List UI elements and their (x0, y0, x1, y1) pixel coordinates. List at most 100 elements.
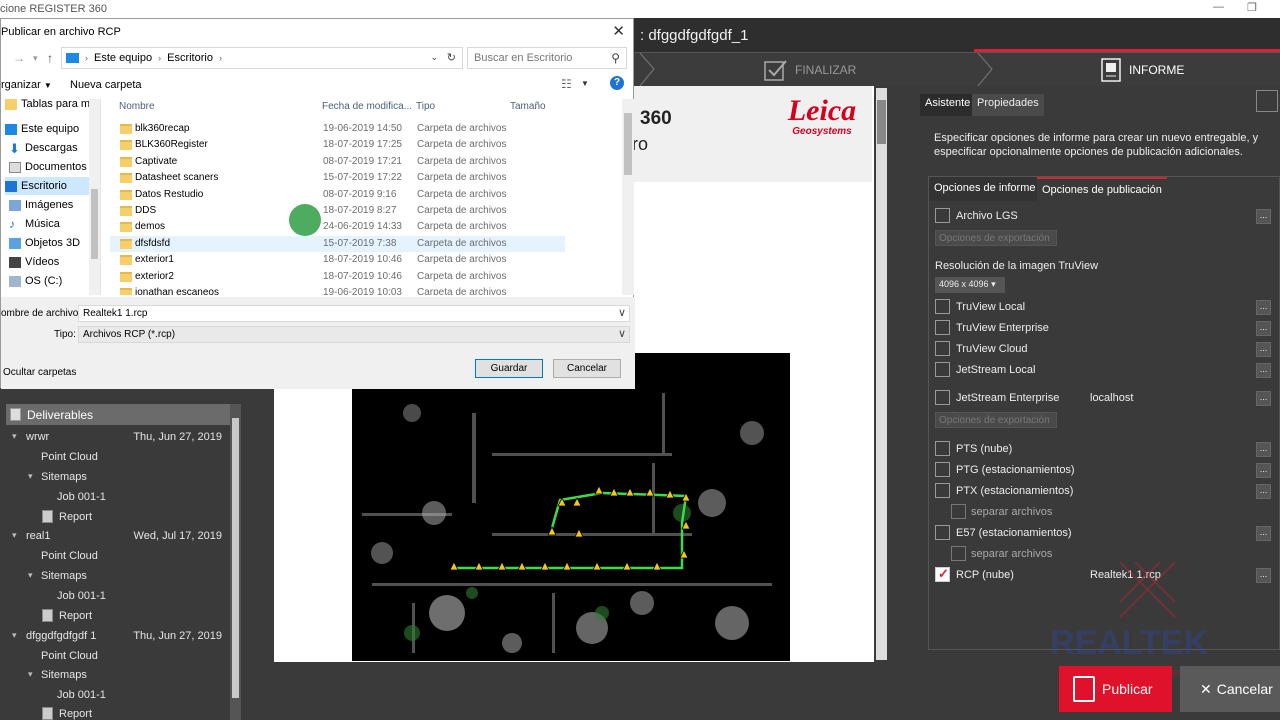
scrollbar-thumb[interactable] (877, 100, 886, 144)
cancel-button[interactable]: Cancelar (553, 359, 621, 378)
tab-opciones-informe[interactable]: Opciones de informe (929, 177, 1041, 201)
filename-input[interactable]: Realtek1 1.rcp ∨ (78, 305, 630, 322)
checkbox[interactable] (935, 462, 950, 477)
expand-arrow-icon[interactable]: ▾ (12, 530, 17, 541)
chevron-down-icon[interactable]: ∨ (618, 306, 626, 319)
refresh-icon[interactable]: ↻ (447, 51, 456, 64)
checkbox[interactable] (935, 208, 950, 223)
checkbox[interactable] (935, 341, 950, 356)
export-options-button[interactable]: Opciones de exportación (935, 412, 1057, 428)
forward-arrow-icon[interactable]: → (13, 51, 25, 65)
file-row[interactable]: blk360recap 19-06-2019 14:50 Carpeta de ar… (110, 121, 565, 137)
tab-propiedades[interactable]: Propiedades (972, 94, 1044, 116)
tree-row[interactable]: Job 001-1 (0, 488, 230, 508)
checkbox[interactable] (935, 483, 950, 498)
nav-item-tablas[interactable]: Tablas para magi (5, 99, 100, 113)
tree-row[interactable]: ▾ wrwr Thu, Jun 27, 2019 (0, 428, 230, 448)
more-options-button[interactable]: ... (1256, 391, 1271, 406)
more-options-button[interactable]: ... (1256, 321, 1271, 336)
tree-row[interactable]: ▾ dfggdfgdfgdf 1 Thu, Jun 27, 2019 (0, 627, 230, 647)
expand-arrow-icon[interactable]: ▾ (12, 630, 17, 641)
resolution-select[interactable]: 4096 x 4096 ▾ (935, 277, 1005, 293)
nav-item-descargas[interactable]: ⬇ Descargas (9, 139, 93, 157)
file-list-scrollbar[interactable] (622, 99, 634, 295)
chevron-down-icon[interactable]: ⌄ (430, 52, 438, 63)
checkbox[interactable] (935, 299, 950, 314)
tree-row[interactable]: Job 001-1 (0, 587, 230, 607)
step-finalizar[interactable]: FINALIZAR (764, 53, 856, 86)
more-options-button[interactable]: ... (1256, 484, 1271, 499)
breadcrumb-folder[interactable]: Escritorio (167, 52, 213, 64)
preview-scrollbar[interactable] (876, 88, 887, 660)
file-row[interactable]: exterior1 18-07-2019 10:46 Carpeta de arch… (110, 252, 565, 268)
file-row-selected[interactable]: dfsfdsfd 15-07-2019 7:38 Carpeta de archiv… (110, 236, 565, 252)
nav-item-escritorio[interactable]: Escritorio (5, 177, 89, 195)
panel-toggle-icon[interactable] (1256, 90, 1278, 112)
scrollbar-thumb[interactable] (624, 113, 632, 175)
column-date[interactable]: Fecha de modifica... (322, 101, 412, 112)
address-bar[interactable]: › Este equipo › Escritorio › ⌄ ↻ (61, 47, 463, 69)
more-options-button[interactable]: ... (1256, 342, 1271, 357)
export-options-button[interactable]: Opciones de exportación (935, 230, 1057, 246)
restore-icon[interactable]: ❐ (1247, 1, 1257, 14)
tree-row[interactable]: Point Cloud (0, 547, 230, 567)
column-type[interactable]: Tipo (416, 101, 435, 112)
checkbox[interactable] (935, 441, 950, 456)
help-icon[interactable]: ? (610, 76, 624, 90)
column-size[interactable]: Tamaño (510, 101, 546, 112)
option-jetstream-enterprise[interactable]: JetStream Enterprise localhost (935, 390, 1255, 408)
tree-row[interactable]: Report (0, 508, 230, 528)
checkbox-checked[interactable] (935, 566, 950, 582)
file-row[interactable]: DDS 18-07-2019 8:27 Carpeta de archivos (110, 203, 565, 219)
expand-arrow-icon[interactable]: ▾ (28, 471, 33, 482)
publicar-button[interactable]: Publicar (1059, 666, 1172, 712)
file-row[interactable]: demos 24-06-2019 14:33 Carpeta de archivos (110, 219, 565, 235)
expand-arrow-icon[interactable]: ▾ (28, 570, 33, 581)
nav-item-objetos-3d[interactable]: Objetos 3D (9, 234, 93, 252)
view-options-icon[interactable]: ☷ (561, 77, 572, 91)
tree-row[interactable]: Point Cloud (0, 448, 230, 468)
checkbox[interactable] (935, 390, 950, 405)
tree-row[interactable]: ▾ Sitemaps (0, 567, 230, 587)
tree-row[interactable]: Report (0, 705, 230, 720)
search-input[interactable]: Buscar en Escritorio ⚲ (467, 47, 627, 69)
column-name[interactable]: Nombre (119, 101, 155, 112)
nav-item-os-c[interactable]: OS (C:) (9, 272, 93, 290)
step-informe[interactable]: INFORME (1100, 53, 1184, 86)
expand-arrow-icon[interactable]: ▾ (28, 669, 33, 680)
tree-row[interactable]: ▾ Sitemaps (0, 666, 230, 686)
minimize-icon[interactable]: — (1213, 1, 1224, 13)
tree-row[interactable]: Point Cloud (0, 647, 230, 667)
checkbox[interactable] (951, 504, 966, 519)
chevron-down-icon[interactable]: ▾ (33, 53, 38, 64)
chevron-down-icon[interactable]: ▼ (581, 79, 589, 88)
scrollbar-thumb[interactable] (232, 418, 239, 698)
tree-row[interactable]: ▾ real1 Wed, Jul 17, 2019 (0, 527, 230, 547)
checkbox[interactable] (935, 525, 950, 540)
scrollbar-thumb[interactable] (91, 189, 98, 259)
organize-button[interactable]: rganizar ▼ (1, 79, 52, 91)
tab-asistente[interactable]: Asistente (920, 94, 976, 116)
more-options-button[interactable]: ... (1256, 463, 1271, 478)
chevron-down-icon[interactable]: ∨ (618, 327, 626, 340)
up-arrow-icon[interactable]: ↑ (47, 51, 53, 65)
nav-item-documentos[interactable]: Documentos (9, 158, 93, 176)
breadcrumb-pc[interactable]: Este equipo (94, 52, 152, 64)
tree-row[interactable]: Job 001-1 (0, 686, 230, 706)
tree-row[interactable]: ▾ Sitemaps (0, 468, 230, 488)
file-row[interactable]: BLK360Register 18-07-2019 17:25 Carpeta de… (110, 137, 565, 153)
nav-item-musica[interactable]: ♪ Música (9, 215, 93, 233)
tree-row[interactable]: Report (0, 607, 230, 627)
nav-scrollbar[interactable] (89, 99, 100, 295)
more-options-button[interactable]: ... (1256, 442, 1271, 457)
file-row[interactable]: Datasheet scaners 15-07-2019 17:22 Carpeta… (110, 170, 565, 186)
save-button[interactable]: Guardar (475, 359, 543, 378)
new-folder-button[interactable]: Nueva carpeta (70, 79, 142, 91)
checkbox[interactable] (951, 546, 966, 561)
close-icon[interactable]: ✕ (612, 22, 625, 40)
nav-item-videos[interactable]: Vídeos (9, 253, 93, 271)
nav-item-imagenes[interactable]: Imágenes (9, 196, 93, 214)
file-row[interactable]: exterior2 18-07-2019 10:46 Carpeta de arch… (110, 269, 565, 285)
nav-item-este-equipo[interactable]: Este equipo (5, 120, 89, 138)
checkbox[interactable] (935, 362, 950, 377)
